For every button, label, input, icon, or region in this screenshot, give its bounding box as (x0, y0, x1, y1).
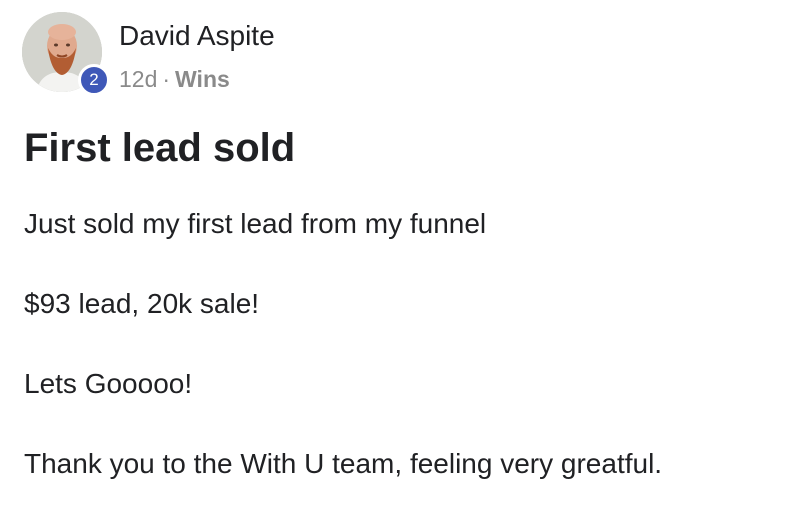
post-card: 2 David Aspite 12d · Wins First lead sold … (0, 0, 810, 528)
post-title: First lead sold (24, 126, 296, 170)
post-body-line: Lets Gooooo! (24, 368, 193, 399)
meta-separator: · (162, 66, 171, 92)
post-body-line: Just sold my first lead from my funnel (24, 208, 487, 239)
level-badge: 2 (78, 64, 110, 96)
author-name[interactable]: David Aspite (119, 20, 275, 52)
post-meta: 12d · Wins (119, 66, 230, 93)
post-body-line: Thank you to the With U team, feeling ve… (24, 448, 663, 479)
post-header: 2 David Aspite 12d · Wins (22, 12, 782, 102)
post-time: 12d (119, 66, 158, 92)
author-avatar-wrap[interactable]: 2 (22, 12, 110, 98)
post-category[interactable]: Wins (175, 66, 230, 92)
post-body-line: $93 lead, 20k sale! (24, 288, 260, 319)
